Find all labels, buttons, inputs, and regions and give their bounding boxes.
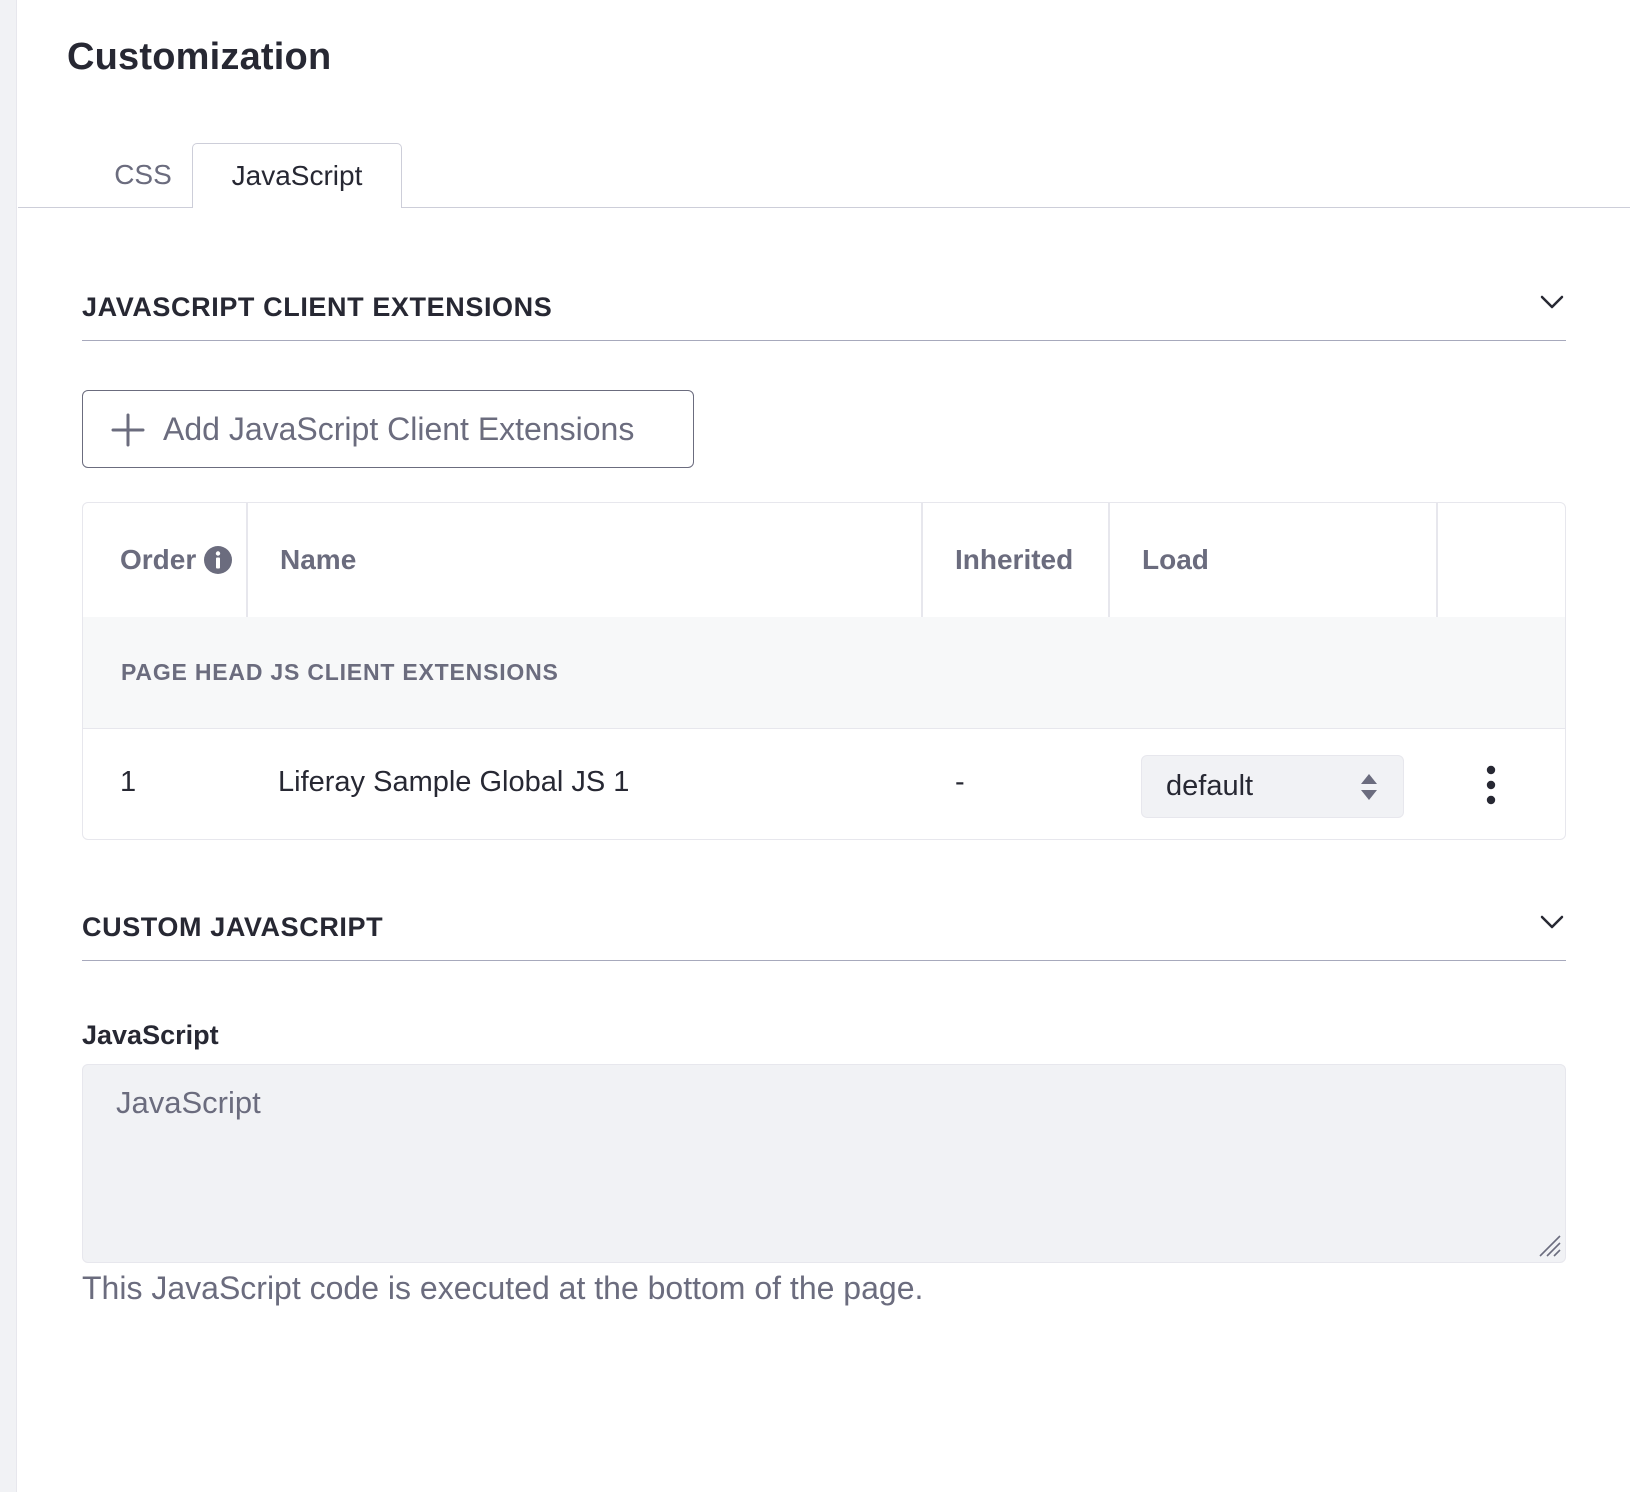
chevron-down-icon xyxy=(1540,915,1564,929)
load-select-value: default xyxy=(1166,770,1254,802)
left-panel-edge xyxy=(0,0,17,1492)
column-header-load: Load xyxy=(1142,544,1209,575)
plus-icon xyxy=(111,413,145,447)
add-client-extensions-button[interactable]: Add JavaScript Client Extensions xyxy=(82,390,694,468)
column-divider xyxy=(246,503,248,617)
custom-javascript-section-title: CUSTOM JAVASCRIPT xyxy=(82,912,384,942)
row-name: Liferay Sample Global JS 1 xyxy=(278,766,630,798)
column-header-order: Order xyxy=(120,503,233,617)
client-extensions-table: Order Name Inherited Load PAGE HEAD JS C… xyxy=(82,502,1566,840)
javascript-field-label: JavaScript xyxy=(82,1020,219,1050)
row-inherited: - xyxy=(955,766,965,798)
kebab-menu-icon[interactable] xyxy=(1483,765,1499,805)
add-client-extensions-label: Add JavaScript Client Extensions xyxy=(163,411,635,447)
client-extensions-section-toggle[interactable]: JAVASCRIPT CLIENT EXTENSIONS xyxy=(82,284,1566,341)
select-caret-icon xyxy=(1361,774,1377,800)
table-header: Order Name Inherited Load xyxy=(83,503,1565,618)
page-title: Customization xyxy=(67,36,332,78)
column-divider xyxy=(921,503,923,617)
load-select[interactable]: default xyxy=(1141,755,1404,818)
javascript-textarea[interactable] xyxy=(82,1064,1566,1263)
column-divider xyxy=(1436,503,1438,617)
info-icon[interactable] xyxy=(204,545,233,574)
group-label: PAGE HEAD JS CLIENT EXTENSIONS xyxy=(121,659,559,685)
chevron-down-icon xyxy=(1540,295,1564,309)
client-extensions-section-title: JAVASCRIPT CLIENT EXTENSIONS xyxy=(82,292,553,322)
column-divider xyxy=(1108,503,1110,617)
javascript-help-text: This JavaScript code is executed at the … xyxy=(82,1270,924,1306)
table-group-row: PAGE HEAD JS CLIENT EXTENSIONS xyxy=(83,617,1565,729)
table-row: 1 Liferay Sample Global JS 1 - default xyxy=(83,729,1565,839)
custom-javascript-section-toggle[interactable]: CUSTOM JAVASCRIPT xyxy=(82,904,1566,961)
row-order: 1 xyxy=(120,766,137,798)
resize-handle-icon[interactable] xyxy=(1536,1232,1562,1258)
tab-javascript[interactable]: JavaScript xyxy=(192,143,402,208)
column-header-inherited: Inherited xyxy=(955,544,1074,575)
column-header-name: Name xyxy=(280,544,357,575)
column-header-order-label: Order xyxy=(120,544,197,575)
tab-bar: CSS JavaScript xyxy=(18,143,1630,208)
